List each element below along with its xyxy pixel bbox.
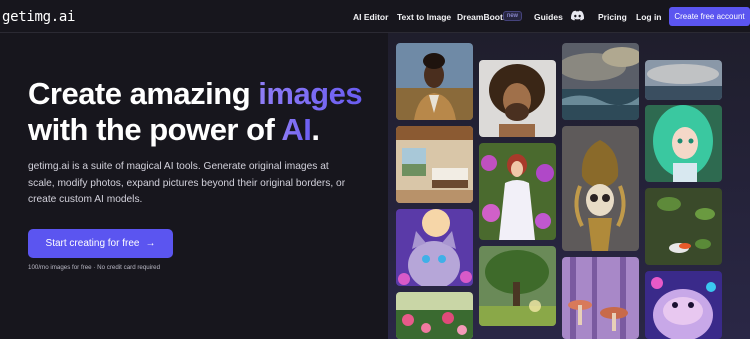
gallery-image-goddess [479,143,556,240]
nav-link-pricing[interactable]: Pricing [598,12,627,22]
gallery-image-tree [479,246,556,326]
gallery-image-koi-pond [645,188,722,265]
start-creating-button[interactable]: Start creating for free → [28,229,173,258]
gallery-image-roses [396,292,473,339]
top-navigation: getimg.ai AI Editor Text to Image DreamB… [0,0,750,33]
nav-link-guides[interactable]: Guides [534,12,563,22]
gallery-image-curly-hair-man [479,60,556,137]
hero-title-highlight: images [258,76,363,111]
gallery-image-interior [396,126,473,203]
gallery-image-mushroom-forest [562,257,639,339]
gallery-image-stormy-sea [562,43,639,120]
discord-icon[interactable] [571,10,584,21]
nav-link-login[interactable]: Log in [636,12,662,22]
gallery-image-cat [396,209,473,286]
hero-title-text: . [311,112,320,147]
nav-link-text-to-image[interactable]: Text to Image [397,12,451,22]
hero-description: getimg.ai is a suite of magical AI tools… [28,161,346,205]
hero-title-text: with the power of [28,112,282,147]
nav-link-ai-editor[interactable]: AI Editor [353,12,388,22]
arrow-right-icon: → [145,238,156,249]
gallery-image-golden-skull [562,126,639,251]
hero-title: Create amazing images with the power of … [28,76,388,148]
gallery-image-green-hair-girl [645,105,722,182]
nav-link-dreambooth[interactable]: DreamBooth [457,12,508,22]
hero-title-text: Create amazing [28,76,259,111]
cta-subtext: 100/mo images for free · No credit card … [28,264,161,271]
start-creating-label: Start creating for free [45,238,140,249]
hero-title-highlight: AI [281,112,312,147]
create-free-account-button[interactable]: Create free account [669,7,750,26]
gallery-image-cloud-ocean [645,60,722,100]
gallery-image-portrait-man [396,43,473,120]
gallery-image-hamster [645,271,722,339]
new-badge: new [503,11,523,21]
logo[interactable]: getimg.ai [2,9,75,25]
